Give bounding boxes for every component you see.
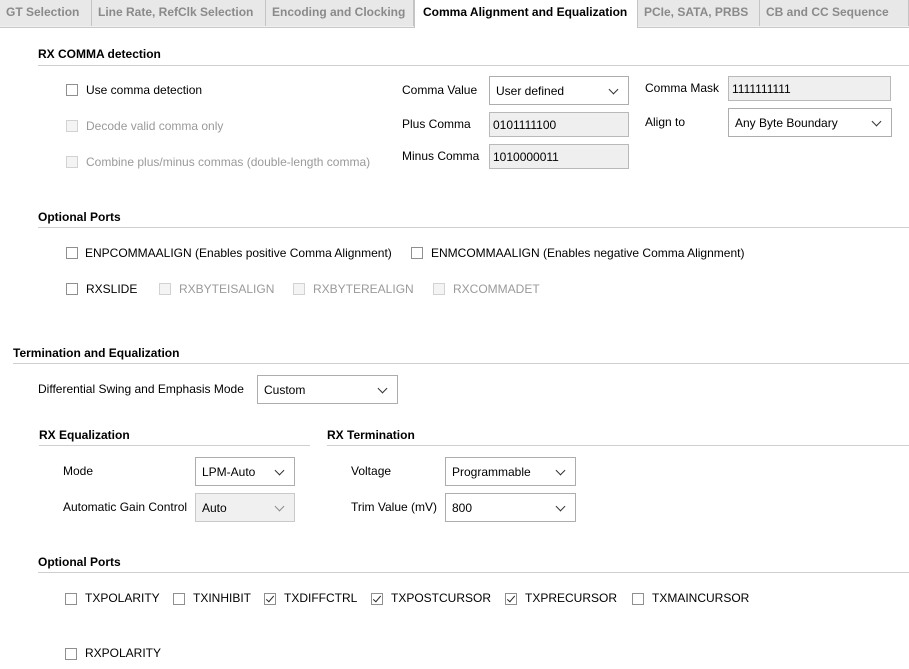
agc-label: Automatic Gain Control <box>63 500 188 514</box>
txprecursor-label: TXPRECURSOR <box>525 591 618 605</box>
chevron-down-icon <box>274 501 285 512</box>
chevron-down-icon <box>608 84 619 95</box>
combine-commas-checkbox <box>66 156 78 168</box>
voltage-label: Voltage <box>351 464 392 478</box>
optional-ports-tx-title: Optional Ports <box>38 555 121 569</box>
tab-label: PCIe, SATA, PRBS <box>644 5 749 19</box>
decode-valid-comma-checkbox <box>66 120 78 132</box>
plus-comma-label: Plus Comma <box>402 117 471 131</box>
comma-value-label: Comma Value <box>402 83 478 97</box>
chevron-down-icon <box>871 116 882 127</box>
txpolarity-checkbox[interactable] <box>65 593 77 605</box>
tab-label: Comma Alignment and Equalization <box>423 5 628 19</box>
tab-gt-selection[interactable]: GT Selection <box>0 0 92 26</box>
divider <box>38 65 909 66</box>
rxbyteisalign-label: RXBYTEISALIGN <box>179 282 275 296</box>
minus-comma-field[interactable]: 1010000011 <box>489 144 629 169</box>
divider <box>327 445 909 446</box>
termination-equalization-title: Termination and Equalization <box>13 346 180 360</box>
agc-value: Auto <box>202 501 227 515</box>
align-to-label: Align to <box>645 115 686 129</box>
use-comma-detection-label: Use comma detection <box>86 83 203 97</box>
optional-ports-title: Optional Ports <box>38 210 121 224</box>
chevron-down-icon <box>555 501 566 512</box>
comma-mask-label: Comma Mask <box>645 81 720 95</box>
tab-label: CB and CC Sequence <box>766 5 889 19</box>
tab-comma-alignment[interactable]: Comma Alignment and Equalization <box>414 0 638 28</box>
diff-swing-label: Differential Swing and Emphasis Mode <box>38 382 244 396</box>
tab-label: Encoding and Clocking <box>272 5 406 19</box>
divider <box>38 227 909 228</box>
voltage-value: Programmable <box>452 465 531 479</box>
rx-comma-detection-title: RX COMMA detection <box>38 47 161 61</box>
txprecursor-checkbox[interactable] <box>505 593 517 605</box>
comma-value-value: User defined <box>496 84 565 98</box>
minus-comma-label: Minus Comma <box>402 149 480 163</box>
divider <box>39 445 310 446</box>
agc-select: Auto <box>195 493 295 522</box>
mode-label: Mode <box>63 464 94 478</box>
diff-swing-select[interactable]: Custom <box>257 375 398 404</box>
txinhibit-checkbox[interactable] <box>173 593 185 605</box>
rx-equalization-title: RX Equalization <box>39 428 130 442</box>
txdiffctrl-label: TXDIFFCTRL <box>284 591 358 605</box>
enmcommaalign-label: ENMCOMMAALIGN (Enables negative Comma Al… <box>431 246 745 260</box>
txmaincursor-label: TXMAINCURSOR <box>652 591 750 605</box>
decode-valid-comma-label: Decode valid comma only <box>86 119 224 133</box>
rxcommadet-checkbox <box>433 283 445 295</box>
rxbyterealign-label: RXBYTEREALIGN <box>313 282 414 296</box>
mode-select[interactable]: LPM-Auto <box>195 457 295 486</box>
mode-value: LPM-Auto <box>202 465 256 479</box>
txmaincursor-checkbox[interactable] <box>632 593 644 605</box>
comma-mask-field[interactable]: 1111111111 <box>728 76 891 101</box>
enpcommaalign-label: ENPCOMMAALIGN (Enables positive Comma Al… <box>85 246 392 260</box>
rxcommadet-label: RXCOMMADET <box>453 282 540 296</box>
txinhibit-label: TXINHIBIT <box>193 591 252 605</box>
tab-encoding-clocking[interactable]: Encoding and Clocking <box>266 0 414 26</box>
comma-mask-value: 1111111111 <box>732 82 791 96</box>
comma-value-select[interactable]: User defined <box>489 76 629 105</box>
rxpolarity-label: RXPOLARITY <box>85 646 162 660</box>
diff-swing-value: Custom <box>264 383 306 397</box>
chevron-down-icon <box>555 465 566 476</box>
tab-line-rate[interactable]: Line Rate, RefClk Selection <box>92 0 266 26</box>
rxpolarity-checkbox[interactable] <box>65 648 77 660</box>
combine-commas-label: Combine plus/minus commas (double-length… <box>86 155 371 169</box>
tab-label: GT Selection <box>6 5 80 19</box>
enpcommaalign-checkbox[interactable] <box>66 247 78 259</box>
txpolarity-label: TXPOLARITY <box>85 591 160 605</box>
align-to-value: Any Byte Boundary <box>735 116 838 130</box>
divider <box>13 363 909 364</box>
plus-comma-value: 0101111100 <box>493 118 557 132</box>
chevron-down-icon <box>274 465 285 476</box>
tab-label: Line Rate, RefClk Selection <box>98 5 254 19</box>
tab-cb-cc-sequence[interactable]: CB and CC Sequence <box>760 0 909 26</box>
align-to-select[interactable]: Any Byte Boundary <box>728 108 892 137</box>
minus-comma-value: 1010000011 <box>493 150 559 164</box>
trim-value-select[interactable]: 800 <box>445 493 576 522</box>
chevron-down-icon <box>377 383 388 394</box>
rxslide-checkbox[interactable] <box>66 283 78 295</box>
trim-value-label: Trim Value (mV) <box>351 500 438 514</box>
rxbyteisalign-checkbox <box>159 283 171 295</box>
voltage-select[interactable]: Programmable <box>445 457 576 486</box>
rxbyterealign-checkbox <box>293 283 305 295</box>
rxslide-label: RXSLIDE <box>86 282 138 296</box>
enmcommaalign-checkbox[interactable] <box>411 247 423 259</box>
txpostcursor-label: TXPOSTCURSOR <box>391 591 492 605</box>
use-comma-detection-checkbox[interactable] <box>66 84 78 96</box>
tab-bar: GT Selection Line Rate, RefClk Selection… <box>0 0 909 28</box>
divider <box>38 572 909 573</box>
plus-comma-field[interactable]: 0101111100 <box>489 112 629 137</box>
txpostcursor-checkbox[interactable] <box>371 593 383 605</box>
rx-termination-title: RX Termination <box>327 428 415 442</box>
tab-pcie-sata-prbs[interactable]: PCIe, SATA, PRBS <box>638 0 760 26</box>
txdiffctrl-checkbox[interactable] <box>264 593 276 605</box>
trim-value-value: 800 <box>452 501 473 515</box>
